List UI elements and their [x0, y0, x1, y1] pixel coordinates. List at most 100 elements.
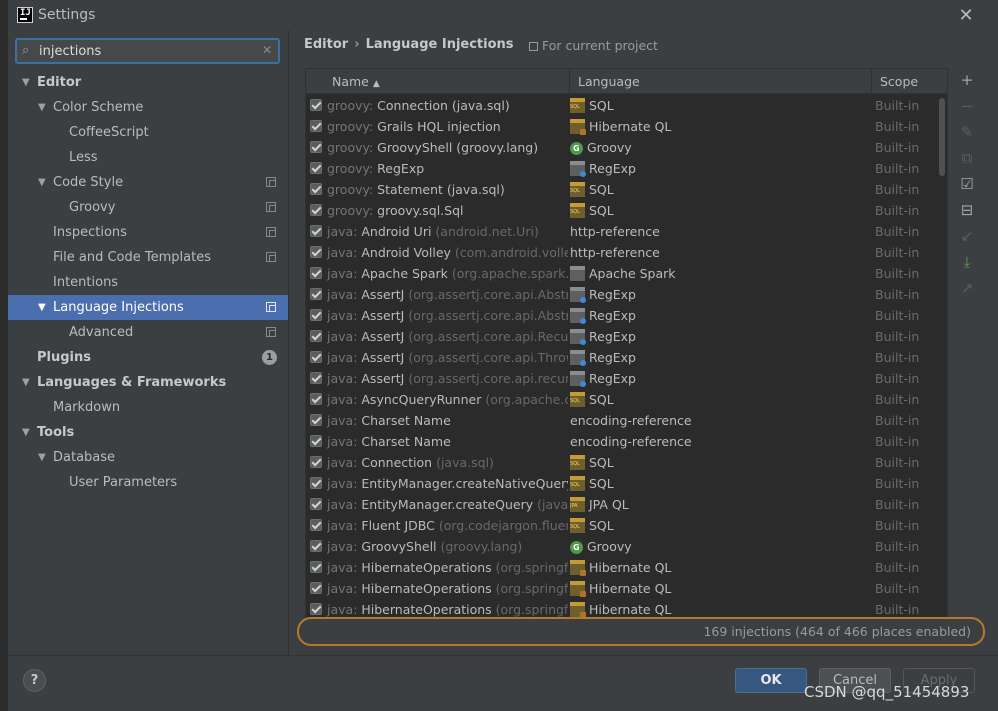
table-row[interactable]: java: AsyncQueryRunner (org.apache.com SQ… [306, 389, 938, 410]
table-row[interactable]: java: EntityManager.createQuery (javax.p… [306, 494, 938, 515]
disable-selected-icon[interactable]: ⊟ [959, 202, 975, 218]
enabled-checkbox[interactable] [310, 246, 322, 258]
table-row[interactable]: java: Charset Name encoding-reference Buil… [306, 410, 938, 431]
vertical-scrollbar[interactable] [938, 95, 946, 619]
enabled-checkbox[interactable] [310, 477, 322, 489]
injection-name: Android Uri [361, 224, 432, 239]
table-row[interactable]: java: AssertJ (org.assertj.core.api.Abst… [306, 284, 938, 305]
enable-selected-icon[interactable]: ☑ [959, 176, 975, 192]
tree-item-less[interactable]: Less [8, 145, 288, 170]
import-icon[interactable]: ↙ [959, 228, 975, 244]
enabled-checkbox[interactable] [310, 498, 322, 510]
injection-name: EntityManager.createNativeQuery [361, 476, 568, 491]
expand-arrow-icon[interactable]: ▼ [38, 445, 46, 470]
table-row[interactable]: java: HibernateOperations (org.springfra… [306, 578, 938, 599]
table-row[interactable]: groovy: Statement (java.sql) SQL Built-in [306, 179, 938, 200]
injection-name: AssertJ [361, 350, 405, 365]
enabled-checkbox[interactable] [310, 183, 322, 195]
tree-item-intentions[interactable]: Intentions [8, 270, 288, 295]
enabled-checkbox[interactable] [310, 414, 322, 426]
scope-cell: Built-in [875, 539, 920, 554]
table-row[interactable]: java: HibernateOperations (org.springfra… [306, 557, 938, 578]
enabled-checkbox[interactable] [310, 603, 322, 615]
table-row[interactable]: java: Charset Name encoding-reference Buil… [306, 431, 938, 452]
share-icon[interactable]: ↗ [959, 280, 975, 296]
tree-item-inspections[interactable]: Inspections [8, 220, 288, 245]
injection-class-hint: (org.assertj.core.api.Abstract [408, 308, 568, 323]
enabled-checkbox[interactable] [310, 519, 322, 531]
enabled-checkbox[interactable] [310, 351, 322, 363]
enabled-checkbox[interactable] [310, 372, 322, 384]
table-row[interactable]: groovy: RegExp RegExp Built-in [306, 158, 938, 179]
table-row[interactable]: java: Apache Spark (org.apache.spark.sql… [306, 263, 938, 284]
tree-item-plugins[interactable]: Plugins 1 [8, 345, 288, 370]
add-icon[interactable]: + [959, 72, 975, 88]
table-row[interactable]: java: Connection (java.sql) SQL Built-in [306, 452, 938, 473]
expand-arrow-icon[interactable]: ▼ [38, 170, 46, 195]
table-row[interactable]: java: Android Volley (com.android.volley… [306, 242, 938, 263]
expand-arrow-icon[interactable]: ▼ [22, 70, 30, 95]
table-row[interactable]: java: AssertJ (org.assertj.core.api.recu… [306, 368, 938, 389]
title-bar: IJ Settings ✕ [8, 0, 998, 30]
tree-item-code-style[interactable]: ▼ Code Style [8, 170, 288, 195]
tree-item-languages-frameworks[interactable]: ▼ Languages & Frameworks [8, 370, 288, 395]
enabled-checkbox[interactable] [310, 288, 322, 300]
table-row[interactable]: java: EntityManager.createNativeQuery (j… [306, 473, 938, 494]
table-row[interactable]: java: AssertJ (org.assertj.core.api.Thro… [306, 347, 938, 368]
enabled-checkbox[interactable] [310, 330, 322, 342]
table-row[interactable]: java: AssertJ (org.assertj.core.api.Abst… [306, 305, 938, 326]
enabled-checkbox[interactable] [310, 561, 322, 573]
tree-item-groovy[interactable]: Groovy [8, 195, 288, 220]
enabled-checkbox[interactable] [310, 204, 322, 216]
edit-icon[interactable]: ✎ [959, 124, 975, 140]
table-row[interactable]: groovy: Connection (java.sql) SQL Built-in [306, 95, 938, 116]
tree-item-user-parameters[interactable]: User Parameters [8, 470, 288, 495]
tree-item-file-and-code-templates[interactable]: File and Code Templates [8, 245, 288, 270]
enabled-checkbox[interactable] [310, 456, 322, 468]
column-header-name[interactable]: Name ▲ [306, 69, 570, 94]
settings-search-box[interactable]: ⌕ ✕ [15, 38, 280, 64]
tree-item-database[interactable]: ▼ Database [8, 445, 288, 470]
tree-item-label: Language Injections [53, 300, 184, 315]
enabled-checkbox[interactable] [310, 120, 322, 132]
enabled-checkbox[interactable] [310, 582, 322, 594]
table-row[interactable]: java: Fluent JDBC (org.codejargon.fluent… [306, 515, 938, 536]
table-row[interactable]: java: Android Uri (android.net.Uri) http-… [306, 221, 938, 242]
remove-icon[interactable]: − [959, 98, 975, 114]
table-row[interactable]: groovy: GroovyShell (groovy.lang) Groovy B… [306, 137, 938, 158]
table-row[interactable]: java: AssertJ (org.assertj.core.api.Recu… [306, 326, 938, 347]
ok-button[interactable]: OK [735, 668, 807, 693]
enabled-checkbox[interactable] [310, 141, 322, 153]
export-icon[interactable]: ⤓ [959, 254, 975, 270]
tree-item-tools[interactable]: ▼ Tools [8, 420, 288, 445]
enabled-checkbox[interactable] [310, 99, 322, 111]
enabled-checkbox[interactable] [310, 393, 322, 405]
tree-item-color-scheme[interactable]: ▼ Color Scheme [8, 95, 288, 120]
enabled-checkbox[interactable] [310, 225, 322, 237]
table-row[interactable]: groovy: Grails HQL injection Hibernate QL… [306, 116, 938, 137]
column-header-language[interactable]: Language [570, 69, 872, 94]
tree-item-advanced[interactable]: Advanced [8, 320, 288, 345]
expand-arrow-icon[interactable]: ▼ [38, 95, 46, 120]
enabled-checkbox[interactable] [310, 309, 322, 321]
help-button[interactable]: ? [23, 669, 46, 692]
expand-arrow-icon[interactable]: ▼ [22, 370, 30, 395]
clear-search-icon[interactable]: ✕ [262, 43, 272, 57]
search-input[interactable] [39, 43, 249, 60]
tree-item-coffeescript[interactable]: CoffeeScript [8, 120, 288, 145]
column-header-scope[interactable]: Scope [872, 69, 938, 94]
enabled-checkbox[interactable] [310, 540, 322, 552]
scrollbar-thumb[interactable] [939, 98, 945, 176]
enabled-checkbox[interactable] [310, 267, 322, 279]
table-row[interactable]: java: GroovyShell (groovy.lang) Groovy Bui… [306, 536, 938, 557]
expand-arrow-icon[interactable]: ▼ [22, 420, 30, 445]
enabled-checkbox[interactable] [310, 162, 322, 174]
tree-item-editor[interactable]: ▼ Editor [8, 70, 288, 95]
expand-arrow-icon[interactable]: ▼ [38, 295, 46, 320]
tree-item-language-injections[interactable]: ▼ Language Injections [8, 295, 288, 320]
enabled-checkbox[interactable] [310, 435, 322, 447]
copy-icon[interactable]: ⧉ [959, 150, 975, 166]
table-row[interactable]: groovy: groovy.sql.Sql SQL Built-in [306, 200, 938, 221]
tree-item-markdown[interactable]: Markdown [8, 395, 288, 420]
close-icon[interactable]: ✕ [956, 5, 976, 26]
